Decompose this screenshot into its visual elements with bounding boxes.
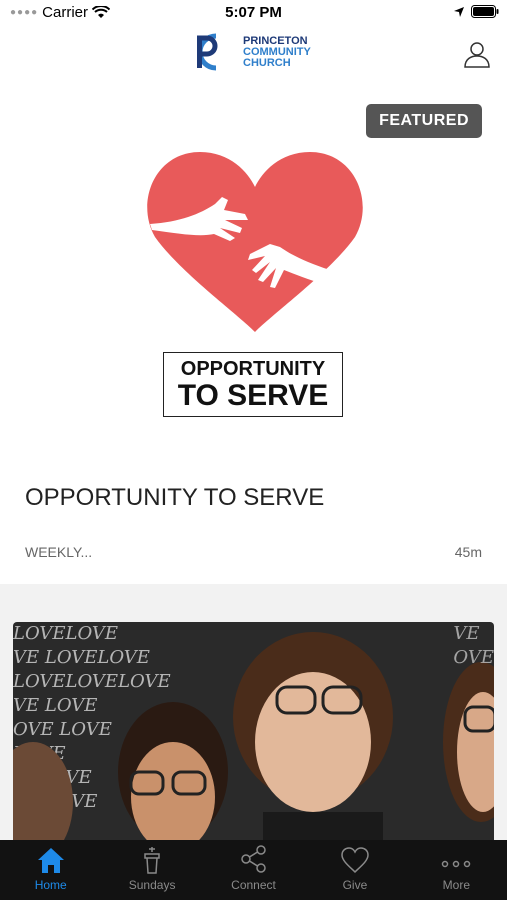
serve-label-art: OPPORTUNITY TO SERVE: [163, 352, 343, 417]
pc-logo-mark: [197, 33, 218, 71]
app-header: PRINCETON COMMUNITY CHURCH: [0, 26, 507, 84]
status-right: [453, 5, 499, 18]
tab-give[interactable]: Give: [304, 840, 405, 900]
battery-icon: [471, 5, 499, 18]
tab-sundays-label: Sundays: [128, 878, 176, 892]
tab-give-label: Give: [342, 878, 368, 892]
tab-more[interactable]: More: [406, 840, 507, 900]
status-bar: ●●●● Carrier 5:07 PM: [0, 0, 507, 26]
more-icon: [406, 840, 507, 876]
art-line-1: OPPORTUNITY: [180, 358, 326, 380]
tab-sundays[interactable]: Sundays: [101, 840, 202, 900]
home-icon: [0, 840, 101, 876]
logo-line-3: CHURCH: [243, 56, 291, 69]
featured-title: OPPORTUNITY TO SERVE: [25, 484, 325, 511]
share-icon: [203, 840, 304, 876]
status-time: 5:07 PM: [225, 4, 282, 21]
featured-badge: FEATURED: [366, 104, 482, 138]
profile-icon[interactable]: [463, 40, 491, 68]
featured-card[interactable]: FEATURED OPPORTUNITY TO SERVE OPPORTUNIT…: [0, 84, 507, 584]
tab-home-label: Home: [34, 878, 67, 892]
logo-line-1: PRINCETON: [243, 34, 308, 47]
location-icon: [454, 6, 464, 17]
tab-connect-label: Connect: [231, 878, 276, 892]
chalk-wall-right: VE OVE: [453, 623, 494, 668]
church-logo[interactable]: PRINCETON COMMUNITY CHURCH: [193, 32, 311, 72]
pulpit-icon: [101, 840, 202, 876]
featured-duration: 45m: [454, 544, 482, 560]
tab-connect[interactable]: Connect: [203, 840, 304, 900]
heart-hands-illustration: [147, 152, 363, 332]
tab-home[interactable]: Home: [0, 840, 101, 900]
tab-more-label: More: [442, 878, 470, 892]
logo-wordmark: PRINCETON COMMUNITY CHURCH: [243, 34, 311, 69]
people-photo: [13, 632, 494, 852]
logo-line-2: COMMUNITY: [243, 45, 311, 58]
photo-card[interactable]: LOVELOVE VE LOVELOVE LOVELOVELOVE VE LOV…: [13, 622, 494, 852]
featured-meta: WEEKLY...: [25, 544, 93, 560]
art-line-2: TO SERVE: [177, 379, 329, 412]
tab-bar: Home Sundays Connect Give More: [0, 840, 507, 900]
heart-icon: [304, 840, 405, 876]
